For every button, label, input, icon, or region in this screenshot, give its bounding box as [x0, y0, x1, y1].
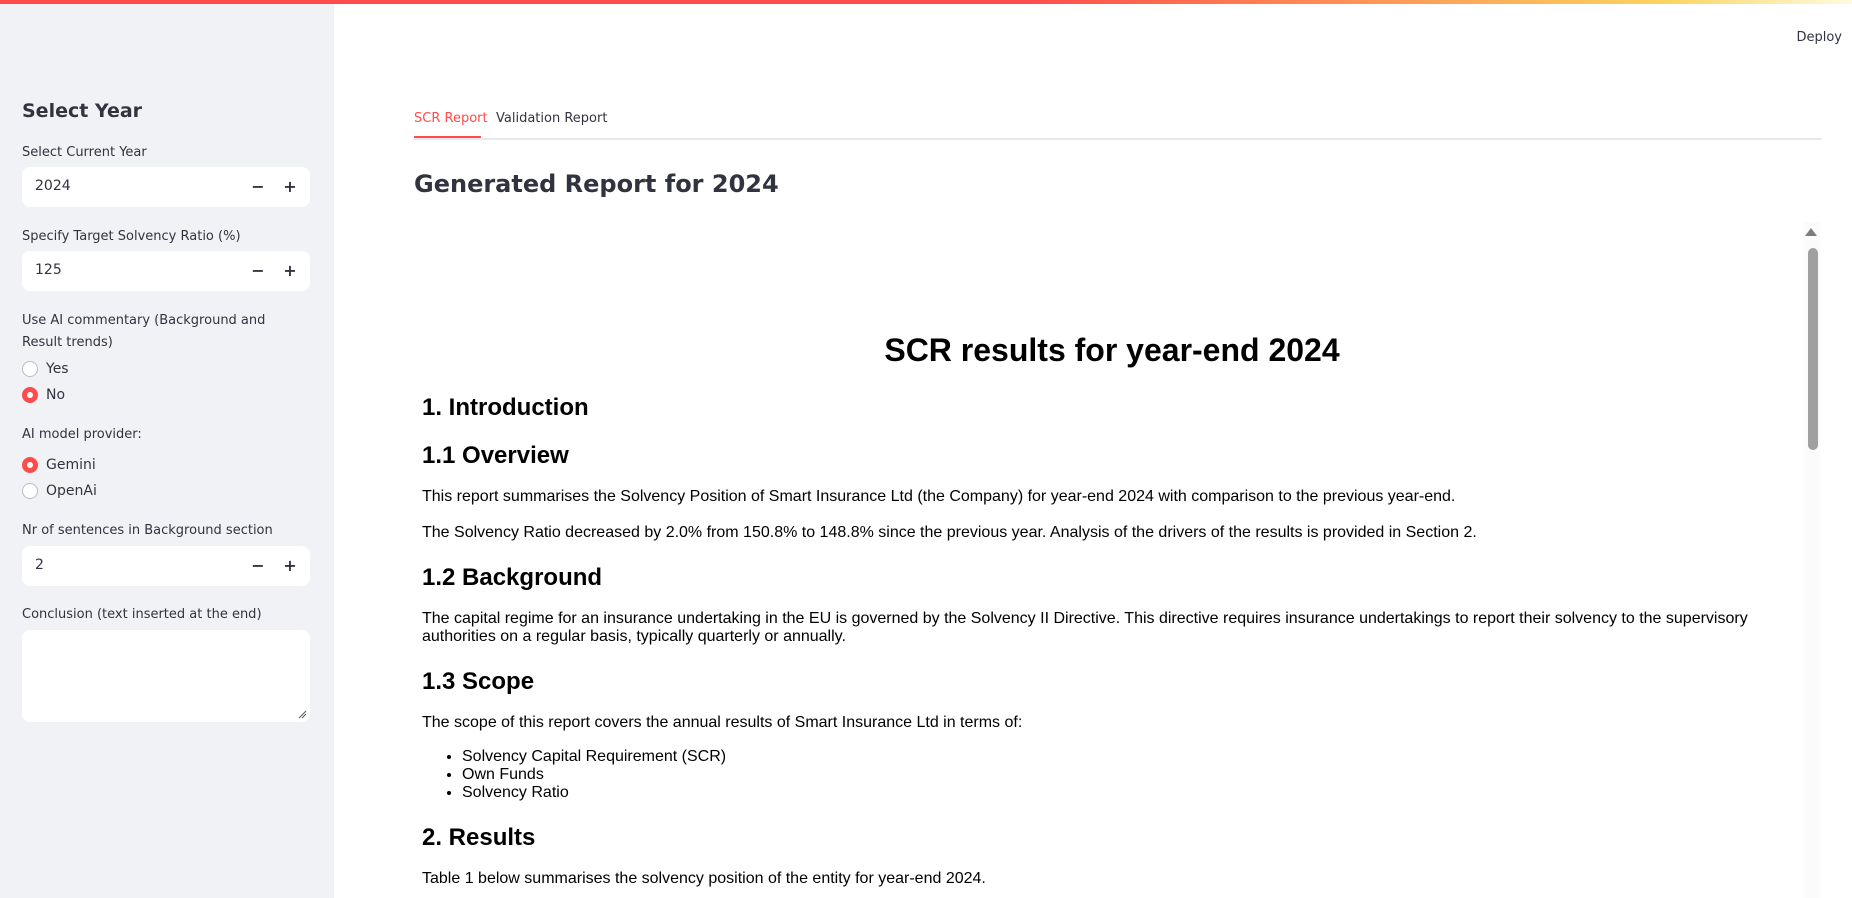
radio-unchecked-icon[interactable] — [22, 361, 38, 377]
ai-provider-option-openai[interactable]: OpenAi — [22, 480, 97, 502]
section-heading: 1.1 Overview — [422, 442, 569, 469]
report-frame: SCR results for year-end 2024 1. Introdu… — [414, 222, 1810, 898]
ai-provider-label: AI model provider: — [22, 427, 142, 442]
tab-validation-report[interactable]: Validation Report — [496, 111, 607, 126]
paragraph: The capital regime for an insurance unde… — [422, 610, 1748, 645]
target-ratio-input[interactable]: 125 − + — [22, 251, 310, 291]
section-heading: 1.2 Background — [422, 564, 603, 591]
paragraph: The Solvency Ratio decreased by 2.0% fro… — [422, 524, 1477, 541]
radio-checked-icon[interactable] — [22, 457, 38, 473]
conclusion-textarea[interactable] — [22, 630, 310, 722]
section-heading: 1. Introduction — [422, 394, 589, 421]
section-heading: 2. Results — [422, 824, 536, 851]
paragraph: This report summarises the Solvency Posi… — [422, 488, 1456, 505]
ai-commentary-label: Use AI commentary (Background and Result… — [22, 313, 266, 350]
target-ratio-value[interactable]: 125 — [35, 262, 62, 278]
year-decrement-button[interactable]: − — [242, 167, 274, 207]
scrollbar-thumb[interactable] — [1808, 248, 1818, 450]
scroll-up-arrow-icon[interactable] — [1805, 228, 1817, 236]
year-label: Select Current Year — [22, 145, 147, 160]
ai-commentary-option-yes[interactable]: Yes — [22, 358, 69, 380]
sentences-increment-button[interactable]: + — [274, 546, 306, 586]
radio-checked-icon[interactable] — [22, 387, 38, 403]
active-tab-indicator — [414, 136, 481, 138]
section-heading: 1.3 Scope — [422, 668, 535, 695]
sentences-value[interactable]: 2 — [35, 557, 44, 573]
sentences-label: Nr of sentences in Background section — [22, 523, 273, 538]
sentences-input[interactable]: 2 − + — [22, 546, 310, 586]
list-item: Solvency Ratio — [462, 784, 726, 802]
ai-commentary-option-label: No — [46, 387, 66, 403]
year-value[interactable]: 2024 — [35, 178, 71, 194]
year-input[interactable]: 2024 − + — [22, 167, 310, 207]
ai-provider-option-label: Gemini — [46, 457, 96, 473]
tab-bar: SCR Report Validation Report — [414, 108, 1822, 140]
sentences-decrement-button[interactable]: − — [242, 546, 274, 586]
year-increment-button[interactable]: + — [274, 167, 306, 207]
paragraph: Table 1 below summarises the solvency po… — [422, 870, 986, 887]
radio-unchecked-icon[interactable] — [22, 483, 38, 499]
ai-commentary-option-label: Yes — [46, 361, 69, 377]
tab-scr-report[interactable]: SCR Report — [414, 111, 488, 126]
ai-provider-option-gemini[interactable]: Gemini — [22, 454, 96, 476]
list-item: Solvency Capital Requirement (SCR) — [462, 748, 726, 766]
paragraph: The scope of this report covers the annu… — [422, 714, 1023, 731]
scope-list: Solvency Capital Requirement (SCR) Own F… — [462, 748, 726, 802]
target-ratio-increment-button[interactable]: + — [274, 251, 306, 291]
ai-commentary-option-no[interactable]: No — [22, 384, 65, 406]
conclusion-label: Conclusion (text inserted at the end) — [22, 607, 262, 622]
sidebar: Select Year Select Current Year 2024 − +… — [0, 4, 334, 898]
sidebar-title: Select Year — [22, 100, 143, 122]
report-title: SCR results for year-end 2024 — [884, 332, 1340, 368]
target-ratio-decrement-button[interactable]: − — [242, 251, 274, 291]
target-ratio-label: Specify Target Solvency Ratio (%) — [22, 229, 241, 244]
resize-handle-icon[interactable] — [297, 709, 307, 719]
ai-provider-option-label: OpenAi — [46, 483, 97, 499]
main-content: SCR Report Validation Report Generated R… — [414, 0, 1824, 898]
list-item: Own Funds — [462, 766, 726, 784]
page-title: Generated Report for 2024 — [414, 170, 779, 198]
